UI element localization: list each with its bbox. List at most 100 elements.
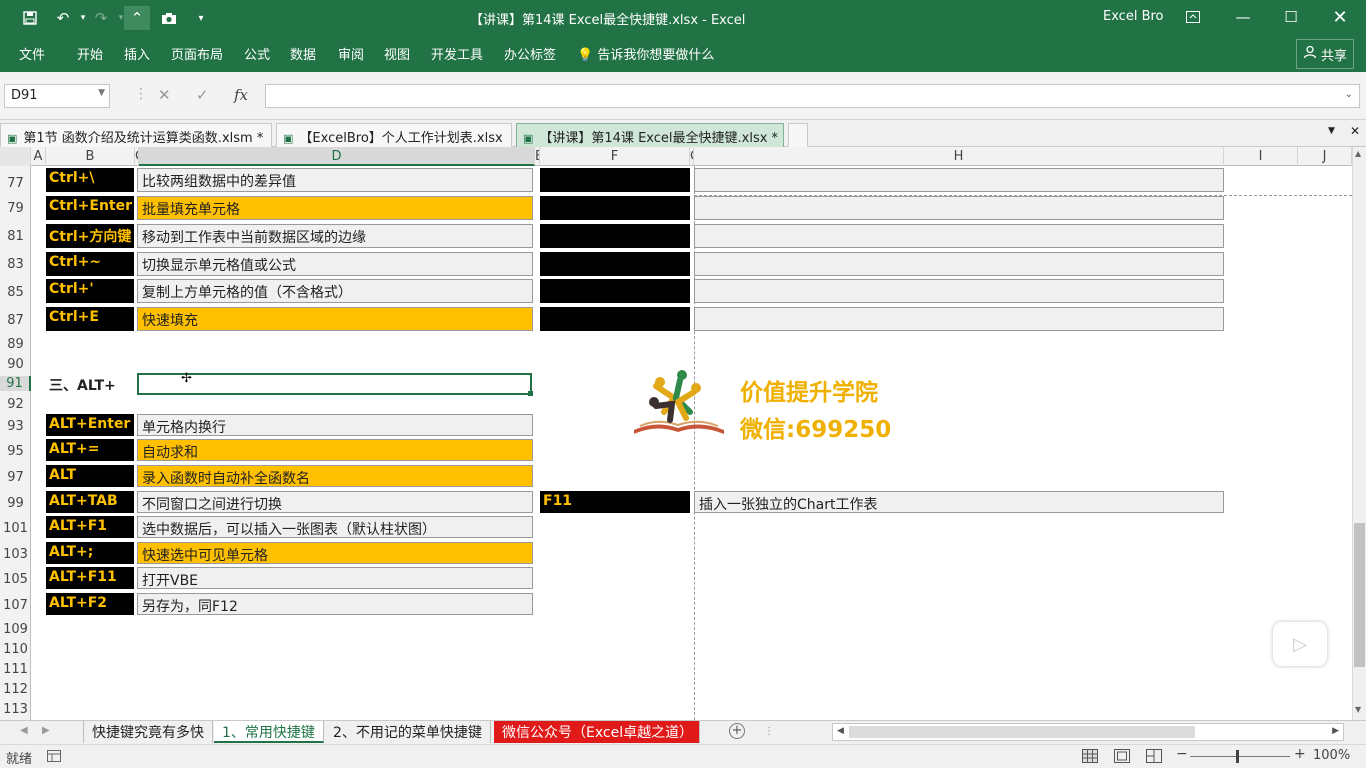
row-header[interactable]: 103 — [0, 547, 31, 562]
customize-qat-icon[interactable]: ▾ — [188, 6, 214, 30]
sheet-tab[interactable]: 2、不用记的菜单快捷键 — [325, 721, 491, 743]
close-icon[interactable]: ✕ — [1325, 4, 1355, 30]
page-break-view-icon[interactable] — [1146, 749, 1162, 767]
name-box[interactable]: D91 ▼ — [4, 84, 110, 108]
shortcut-desc-cell[interactable]: 比较两组数据中的差异值 — [137, 168, 533, 192]
tab-list-dropdown-icon[interactable]: ▼ — [1328, 126, 1335, 136]
shortcut-desc-cell[interactable]: 自动求和 — [137, 439, 533, 461]
blank-cell[interactable] — [694, 279, 1224, 303]
shortcut-desc-cell[interactable]: 选中数据后，可以插入一张图表（默认柱状图） — [137, 516, 533, 538]
tab-review[interactable]: 审阅 — [338, 44, 364, 63]
row-header[interactable]: 109 — [0, 622, 31, 637]
row-header[interactable]: 112 — [0, 682, 31, 697]
ribbon-display-icon[interactable] — [1178, 4, 1208, 30]
column-header[interactable]: B — [46, 147, 135, 166]
shortcut-key-cell[interactable]: F11 — [540, 491, 690, 513]
row-header[interactable]: 81 — [0, 229, 31, 244]
row-header[interactable]: 87 — [0, 313, 31, 328]
shortcut-key-cell[interactable]: ALT+TAB — [46, 491, 134, 513]
shortcut-key-cell[interactable]: ALT+Enter — [46, 414, 134, 436]
normal-view-icon[interactable] — [1082, 749, 1098, 767]
shortcut-desc-cell[interactable]: 另存为，同F12 — [137, 593, 533, 615]
section-heading[interactable]: 三、ALT+ — [49, 375, 116, 395]
camera-icon[interactable] — [156, 6, 182, 30]
sheet-tab-active[interactable]: 1、常用快捷键 — [214, 721, 324, 743]
column-header[interactable]: A — [31, 147, 46, 166]
zoom-in-icon[interactable]: + — [1294, 746, 1306, 762]
column-header-selected[interactable]: D — [139, 147, 535, 166]
black-cell[interactable] — [540, 307, 690, 331]
horizontal-scrollbar[interactable]: ◀ ▶ — [832, 723, 1344, 741]
page-layout-view-icon[interactable] — [1114, 749, 1130, 767]
shortcut-key-cell[interactable]: Ctrl+~ — [46, 252, 134, 276]
workbook-tab[interactable]: ▣ 【ExcelBro】个人工作计划表.xlsx — [276, 123, 512, 147]
shortcut-desc-cell[interactable]: 快速选中可见单元格 — [137, 542, 533, 564]
shortcut-key-cell[interactable]: Ctrl+Enter — [46, 196, 134, 220]
minimize-icon[interactable]: — — [1228, 4, 1258, 30]
new-workbook-tab[interactable] — [788, 123, 808, 147]
name-box-dropdown-icon[interactable]: ▼ — [98, 88, 105, 98]
row-header[interactable]: 110 — [0, 642, 31, 657]
tab-developer[interactable]: 开发工具 — [431, 44, 483, 63]
tab-page-layout[interactable]: 页面布局 — [171, 44, 223, 63]
shortcut-key-cell[interactable]: ALT+F11 — [46, 567, 134, 589]
shortcut-desc-cell[interactable]: 切换显示单元格值或公式 — [137, 252, 533, 276]
h-scroll-thumb[interactable] — [849, 726, 1195, 738]
select-all-corner[interactable] — [0, 147, 31, 166]
shortcut-desc-cell[interactable]: 插入一张独立的Chart工作表 — [694, 491, 1224, 513]
black-cell[interactable] — [540, 252, 690, 276]
scroll-down-icon[interactable]: ▼ — [1355, 705, 1361, 714]
tab-view[interactable]: 视图 — [384, 44, 410, 63]
selected-cell[interactable] — [137, 373, 532, 395]
tab-insert[interactable]: 插入 — [124, 44, 150, 63]
share-button[interactable]: 共享 — [1296, 39, 1354, 69]
black-cell[interactable] — [540, 279, 690, 303]
column-header[interactable]: I — [1224, 147, 1298, 166]
shortcut-desc-cell[interactable]: 不同窗口之间进行切换 — [137, 491, 533, 513]
shortcut-desc-cell[interactable]: 录入函数时自动补全函数名 — [137, 465, 533, 487]
zoom-slider-thumb[interactable] — [1236, 750, 1239, 763]
shortcut-key-cell[interactable]: ALT+; — [46, 542, 134, 564]
vertical-scrollbar[interactable]: ▲ ▼ — [1352, 147, 1366, 720]
tab-file[interactable]: 文件 — [19, 44, 45, 63]
macro-record-icon[interactable] — [47, 750, 61, 766]
blank-cell[interactable] — [694, 252, 1224, 276]
column-header[interactable]: H — [694, 147, 1224, 166]
insert-function-icon[interactable]: fx — [234, 86, 248, 104]
shortcut-key-cell[interactable]: ALT+= — [46, 439, 134, 461]
black-cell[interactable] — [540, 168, 690, 192]
row-header-selected[interactable]: 91 — [0, 376, 31, 391]
row-header[interactable]: 95 — [0, 444, 31, 459]
add-sheet-icon[interactable]: + — [729, 723, 745, 739]
tab-data[interactable]: 数据 — [290, 44, 316, 63]
row-header[interactable]: 83 — [0, 257, 31, 272]
scroll-thumb[interactable] — [1354, 523, 1365, 667]
column-header[interactable]: J — [1298, 147, 1352, 166]
zoom-out-icon[interactable]: − — [1176, 746, 1188, 762]
shortcut-desc-cell[interactable]: 批量填充单元格 — [137, 196, 533, 220]
worksheet-grid[interactable]: Ctrl+\ 比较两组数据中的差异值 Ctrl+Enter 批量填充单元格 Ct… — [31, 166, 1352, 720]
formula-input[interactable]: ⌄ — [265, 84, 1360, 108]
row-header[interactable]: 92 — [0, 397, 31, 412]
row-header[interactable]: 89 — [0, 337, 31, 352]
row-header[interactable]: 105 — [0, 572, 31, 587]
workbook-tab[interactable]: ▣ 第1节 函数介绍及统计运算类函数.xlsm * — [0, 123, 272, 147]
blank-cell[interactable] — [694, 196, 1224, 220]
row-header[interactable]: 93 — [0, 419, 31, 434]
shortcut-key-cell[interactable]: Ctrl+E — [46, 307, 134, 331]
column-header[interactable]: F — [540, 147, 690, 166]
black-cell[interactable] — [540, 224, 690, 248]
tell-me-box[interactable]: 💡 告诉我你想要做什么 — [577, 44, 714, 63]
sheet-tab-red[interactable]: 微信公众号（Excel卓越之道） — [494, 721, 700, 743]
sheet-scroll-right-icon[interactable]: ▶ — [42, 725, 50, 736]
fill-handle[interactable] — [528, 391, 533, 396]
expand-formula-icon[interactable]: ⌄ — [1345, 89, 1353, 100]
row-header[interactable]: 101 — [0, 521, 31, 536]
blank-cell[interactable] — [694, 307, 1224, 331]
blank-cell[interactable] — [694, 224, 1224, 248]
shortcut-desc-cell[interactable]: 快速填充 — [137, 307, 533, 331]
row-header[interactable]: 90 — [0, 357, 31, 372]
shortcut-key-cell[interactable]: ALT+F2 — [46, 593, 134, 615]
workbook-tab-active[interactable]: ▣ 【讲课】第14课 Excel最全快捷键.xlsx * — [516, 123, 784, 147]
scroll-up-icon[interactable]: ▲ — [1355, 149, 1361, 158]
